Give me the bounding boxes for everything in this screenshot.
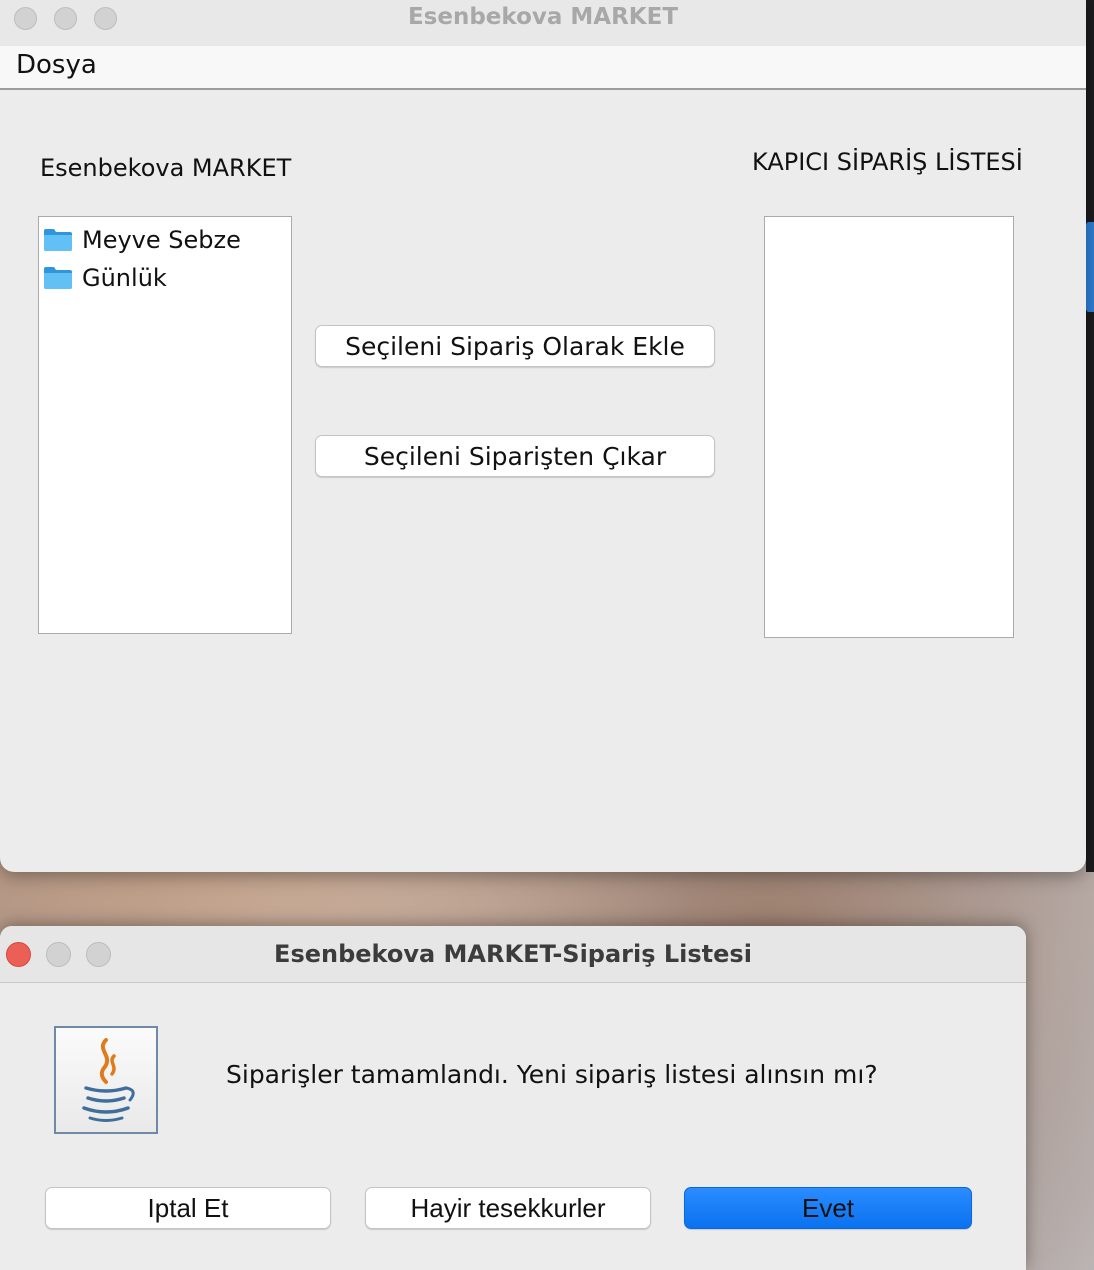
close-button[interactable] <box>14 7 37 30</box>
product-tree[interactable]: Meyve Sebze Günlük <box>38 216 292 634</box>
dialog-zoom-button[interactable] <box>86 942 111 967</box>
order-list-label: KAPICI SİPARİŞ LİSTESİ <box>752 148 1023 176</box>
catalog-label: Esenbekova MARKET <box>40 154 292 182</box>
no-button[interactable]: Hayir tesekkurler <box>365 1187 651 1229</box>
main-titlebar[interactable]: Esenbekova MARKET <box>0 0 1086 46</box>
minimize-button[interactable] <box>54 7 77 30</box>
dialog-titlebar[interactable]: Esenbekova MARKET-Sipariş Listesi <box>0 926 1026 983</box>
background-window-accent <box>1086 222 1094 312</box>
window-title: Esenbekova MARKET <box>407 4 679 30</box>
tree-item-gunluk[interactable]: Günlük <box>43 262 167 294</box>
order-list[interactable] <box>764 216 1014 638</box>
tree-item-label: Günlük <box>82 264 167 292</box>
dialog-close-button[interactable] <box>6 942 31 967</box>
dialog-title: Esenbekova MARKET-Sipariş Listesi <box>274 940 752 968</box>
confirm-dialog: Esenbekova MARKET-Sipariş Listesi Sipari… <box>0 926 1026 1270</box>
menu-file[interactable]: Dosya <box>16 50 97 80</box>
java-icon <box>54 1026 158 1134</box>
background-window-edge <box>1086 0 1094 872</box>
folder-icon <box>43 228 73 252</box>
yes-button[interactable]: Evet <box>684 1187 972 1229</box>
zoom-button[interactable] <box>94 7 117 30</box>
menu-bar: Dosya <box>0 46 1086 90</box>
tree-item-label: Meyve Sebze <box>82 226 241 254</box>
folder-icon <box>43 266 73 290</box>
cancel-button[interactable]: Iptal Et <box>45 1187 331 1229</box>
remove-from-order-button[interactable]: Seçileni Siparişten Çıkar <box>315 435 715 477</box>
dialog-message: Siparişler tamamlandı. Yeni sipariş list… <box>226 1060 878 1089</box>
dialog-minimize-button[interactable] <box>46 942 71 967</box>
main-window: Esenbekova MARKET Dosya Esenbekova MARKE… <box>0 0 1086 872</box>
tree-item-meyve-sebze[interactable]: Meyve Sebze <box>43 224 241 256</box>
add-to-order-button[interactable]: Seçileni Sipariş Olarak Ekle <box>315 325 715 367</box>
